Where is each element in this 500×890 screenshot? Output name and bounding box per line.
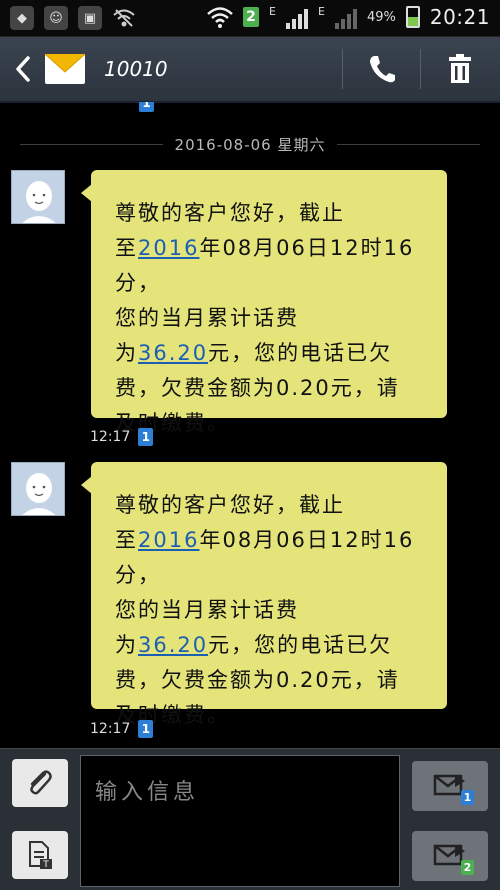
avatar[interactable] bbox=[11, 462, 65, 516]
message-line: 至2016年08月06日12时16分， bbox=[115, 528, 415, 587]
message-bubble[interactable]: 尊敬的客户您好，截止 至2016年08月06日12时16分， 您的当月累计话费 … bbox=[81, 462, 447, 727]
avatar[interactable] bbox=[11, 170, 65, 224]
sim-indicator: 1 bbox=[138, 428, 154, 446]
date-label: 2016-08-06 星期六 bbox=[174, 135, 326, 154]
battery-icon bbox=[405, 6, 420, 28]
divider bbox=[420, 49, 421, 89]
message-line: 至2016年08月06日12时16分， bbox=[115, 236, 415, 295]
chat-notification-icon: ☺ bbox=[44, 6, 68, 30]
template-button[interactable]: T bbox=[12, 831, 68, 879]
send-sim1-button[interactable]: 1 bbox=[412, 761, 488, 811]
image-notification-icon: ▣ bbox=[78, 6, 102, 30]
system-status: 2 E E 49% 20:21 bbox=[207, 5, 490, 29]
message-input[interactable]: 输入信息 bbox=[80, 755, 400, 887]
conversation-title: 10010 bbox=[104, 57, 168, 81]
text-template-icon: T bbox=[29, 841, 52, 870]
signal-icon-2 bbox=[334, 5, 357, 29]
sim-indicator: 1 bbox=[139, 102, 154, 112]
notification-icons: ◆ ☺ ▣ bbox=[10, 6, 136, 30]
send-sim2-button[interactable]: 2 bbox=[412, 831, 488, 881]
message-line: 为36.20元，您的电话已欠 bbox=[115, 633, 393, 657]
network-type-2: E bbox=[318, 5, 325, 18]
clock: 20:21 bbox=[429, 5, 490, 29]
wifi-icon bbox=[207, 7, 233, 28]
compose-bar: T 输入信息 1 2 bbox=[0, 748, 500, 890]
message-line: 费，欠费金额为0.20元，请 bbox=[115, 376, 400, 400]
envelope-icon bbox=[44, 50, 86, 86]
call-button[interactable] bbox=[354, 47, 410, 91]
battery-percent: 49% bbox=[366, 9, 396, 25]
date-separator: 2016-08-06 星期六 bbox=[20, 134, 481, 154]
message-time: 12:17 bbox=[90, 429, 131, 445]
phone-icon bbox=[370, 56, 395, 83]
sim-indicator: 1 bbox=[138, 720, 154, 738]
amount-link[interactable]: 36.20 bbox=[138, 633, 208, 657]
svg-text:T: T bbox=[42, 860, 49, 870]
status-bar: ◆ ☺ ▣ 2 E E 49% 20:21 bbox=[0, 0, 500, 37]
message-meta: 12:17 1 bbox=[90, 720, 154, 738]
message-line: 及时缴费。 bbox=[115, 411, 230, 435]
sim2-badge: 2 bbox=[461, 860, 474, 875]
message-list[interactable]: 1 2016-08-06 星期六 尊敬的客户您好，截止 至2016年08月06日… bbox=[0, 102, 500, 748]
app-notification-icon: ◆ bbox=[10, 6, 34, 30]
back-arrow-icon[interactable] bbox=[8, 53, 38, 85]
message-bubble[interactable]: 尊敬的客户您好，截止 至2016年08月06日12时16分， 您的当月累计话费 … bbox=[81, 170, 447, 435]
trash-icon bbox=[449, 54, 471, 83]
amount-link[interactable]: 36.20 bbox=[138, 341, 208, 365]
delete-button[interactable] bbox=[432, 47, 488, 91]
message-line: 尊敬的客户您好，截止 bbox=[115, 201, 345, 225]
divider bbox=[342, 49, 343, 89]
network-type: E bbox=[269, 5, 276, 18]
wifi-off-icon bbox=[112, 6, 136, 30]
message-line: 费，欠费金额为0.20元，请 bbox=[115, 668, 400, 692]
sim1-badge: 1 bbox=[461, 790, 474, 805]
sim-badge: 2 bbox=[243, 7, 260, 27]
message-line: 为36.20元，您的电话已欠 bbox=[115, 341, 393, 365]
message-line: 及时缴费。 bbox=[115, 703, 230, 727]
attach-button[interactable] bbox=[12, 759, 68, 807]
message-time: 12:17 bbox=[90, 721, 131, 737]
action-bar: 10010 bbox=[0, 37, 500, 103]
date-link[interactable]: 2016 bbox=[138, 236, 199, 260]
message-meta: 12:17 1 bbox=[90, 428, 154, 446]
message-line: 您的当月累计话费 bbox=[115, 598, 299, 622]
message-line: 尊敬的客户您好，截止 bbox=[115, 493, 345, 517]
date-link[interactable]: 2016 bbox=[138, 528, 199, 552]
paperclip-icon bbox=[30, 770, 52, 795]
signal-icon bbox=[286, 5, 308, 29]
message-line: 您的当月累计话费 bbox=[115, 306, 299, 330]
